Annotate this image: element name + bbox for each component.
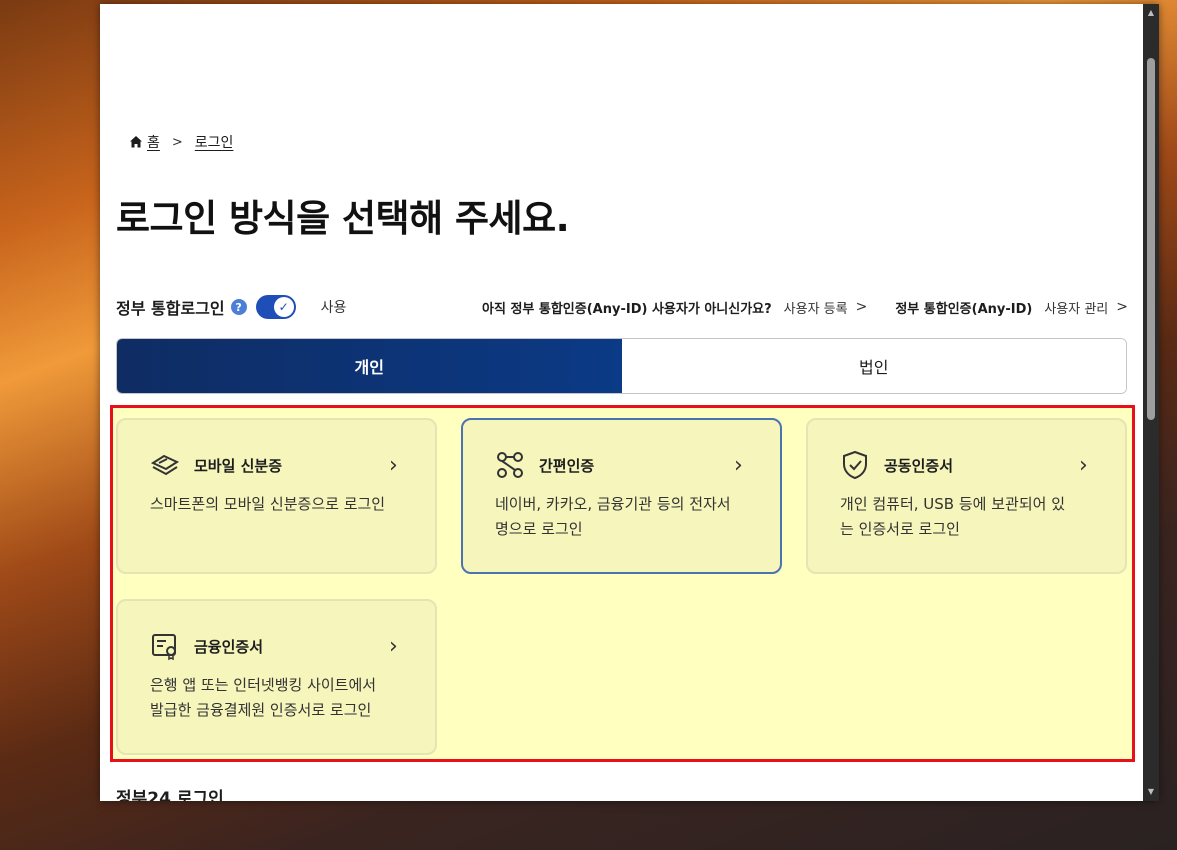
gov24-login-heading: 정부24 로그인	[116, 789, 224, 801]
card-header: 금융인증서 ›	[150, 631, 405, 661]
chevron-right-icon: >	[855, 299, 868, 315]
card-mobile-id[interactable]: 모바일 신분증 › 스마트폰의 모바일 신분증으로 로그인	[116, 418, 437, 574]
shield-check-icon	[840, 450, 870, 480]
login-type-tabs: 개인 법인	[116, 338, 1127, 394]
page-title: 로그인 방식을 선택해 주세요.	[116, 197, 570, 240]
breadcrumb: 홈 > 로그인	[129, 132, 233, 152]
certificate-icon	[150, 631, 180, 661]
card-title: 공동인증서	[884, 456, 954, 475]
unified-login-toggle[interactable]: ✓	[255, 295, 296, 319]
card-title: 간편인증	[539, 456, 595, 475]
browser-window: 홈 > 로그인 로그인 방식을 선택해 주세요. 정부 통합로그인 ? ✓ 사용…	[100, 4, 1159, 801]
mobile-id-icon	[150, 450, 180, 480]
manage-user-label: 사용자 관리	[1044, 301, 1109, 317]
manage-user-link[interactable]: 사용자 관리 >	[1044, 298, 1128, 317]
tab-personal[interactable]: 개인	[117, 339, 622, 393]
card-financial-certificate[interactable]: 금융인증서 › 은행 앱 또는 인터넷뱅킹 사이트에서 발급한 금융결제원 인증…	[116, 599, 437, 755]
card-description: 스마트폰의 모바일 신분증으로 로그인	[150, 492, 405, 517]
card-description: 개인 컴퓨터, USB 등에 보관되어 있 는 인증서로 로그인	[840, 492, 1095, 542]
vertical-scrollbar[interactable]: ▲ ▼	[1143, 4, 1159, 801]
home-icon[interactable]	[129, 135, 143, 149]
unified-links: 아직 정부 통합인증(Any-ID) 사용자가 아니신가요? 사용자 등록 > …	[482, 292, 1128, 322]
card-header: 모바일 신분증 ›	[150, 450, 405, 480]
scroll-up-icon[interactable]: ▲	[1146, 8, 1156, 18]
register-user-label: 사용자 등록	[783, 301, 848, 317]
card-header: 간편인증 ›	[495, 450, 750, 480]
checkmark-icon: ✓	[273, 297, 294, 317]
card-desc-line: 개인 컴퓨터, USB 등에 보관되어 있	[840, 495, 1066, 513]
chevron-right-icon: ›	[389, 452, 398, 478]
unified-login-row: 정부 통합로그인 ? ✓ 사용 아직 정부 통합인증(Any-ID) 사용자가 …	[116, 292, 1128, 322]
chevron-right-icon: ›	[389, 633, 398, 659]
register-user-link[interactable]: 사용자 등록 >	[784, 298, 868, 317]
breadcrumb-chevron-icon: >	[171, 134, 183, 150]
card-desc-line: 은행 앱 또는 인터넷뱅킹 사이트에서	[150, 676, 377, 694]
card-header: 공동인증서 ›	[840, 450, 1095, 480]
card-title: 모바일 신분증	[194, 456, 283, 475]
card-description: 네이버, 카카오, 금융기관 등의 전자서 명으로 로그인	[495, 492, 750, 542]
card-description: 은행 앱 또는 인터넷뱅킹 사이트에서 발급한 금융결제원 인증서로 로그인	[150, 673, 405, 723]
card-desc-line: 스마트폰의 모바일 신분증으로 로그인	[150, 495, 386, 513]
chevron-right-icon: ›	[734, 452, 743, 478]
simple-auth-icon	[495, 450, 525, 480]
toggle-label: 사용	[320, 300, 347, 316]
card-joint-certificate[interactable]: 공동인증서 › 개인 컴퓨터, USB 등에 보관되어 있 는 인증서로 로그인	[806, 418, 1127, 574]
card-desc-line: 네이버, 카카오, 금융기관 등의 전자서	[495, 495, 731, 513]
card-title: 금융인증서	[194, 637, 264, 656]
scroll-thumb[interactable]	[1147, 58, 1155, 420]
page-content: 홈 > 로그인 로그인 방식을 선택해 주세요. 정부 통합로그인 ? ✓ 사용…	[100, 4, 1143, 801]
breadcrumb-current-link[interactable]: 로그인	[195, 132, 234, 152]
card-simple-auth[interactable]: 간편인증 › 네이버, 카카오, 금융기관 등의 전자서 명으로 로그인	[461, 418, 782, 574]
tab-corporate[interactable]: 법인	[621, 339, 1126, 393]
manage-label: 정부 통합인증(Any-ID)	[895, 301, 1033, 317]
card-desc-line: 는 인증서로 로그인	[840, 520, 960, 538]
register-question: 아직 정부 통합인증(Any-ID) 사용자가 아니신가요?	[482, 301, 772, 317]
help-icon[interactable]: ?	[230, 299, 247, 315]
chevron-right-icon: >	[1116, 299, 1128, 315]
breadcrumb-home-link[interactable]: 홈	[147, 132, 160, 152]
chevron-right-icon: ›	[1079, 452, 1088, 478]
card-desc-line: 명으로 로그인	[495, 520, 583, 538]
card-desc-line: 발급한 금융결제원 인증서로 로그인	[150, 701, 372, 719]
scroll-down-icon[interactable]: ▼	[1146, 787, 1156, 797]
unified-login-label: 정부 통합로그인	[116, 299, 225, 318]
